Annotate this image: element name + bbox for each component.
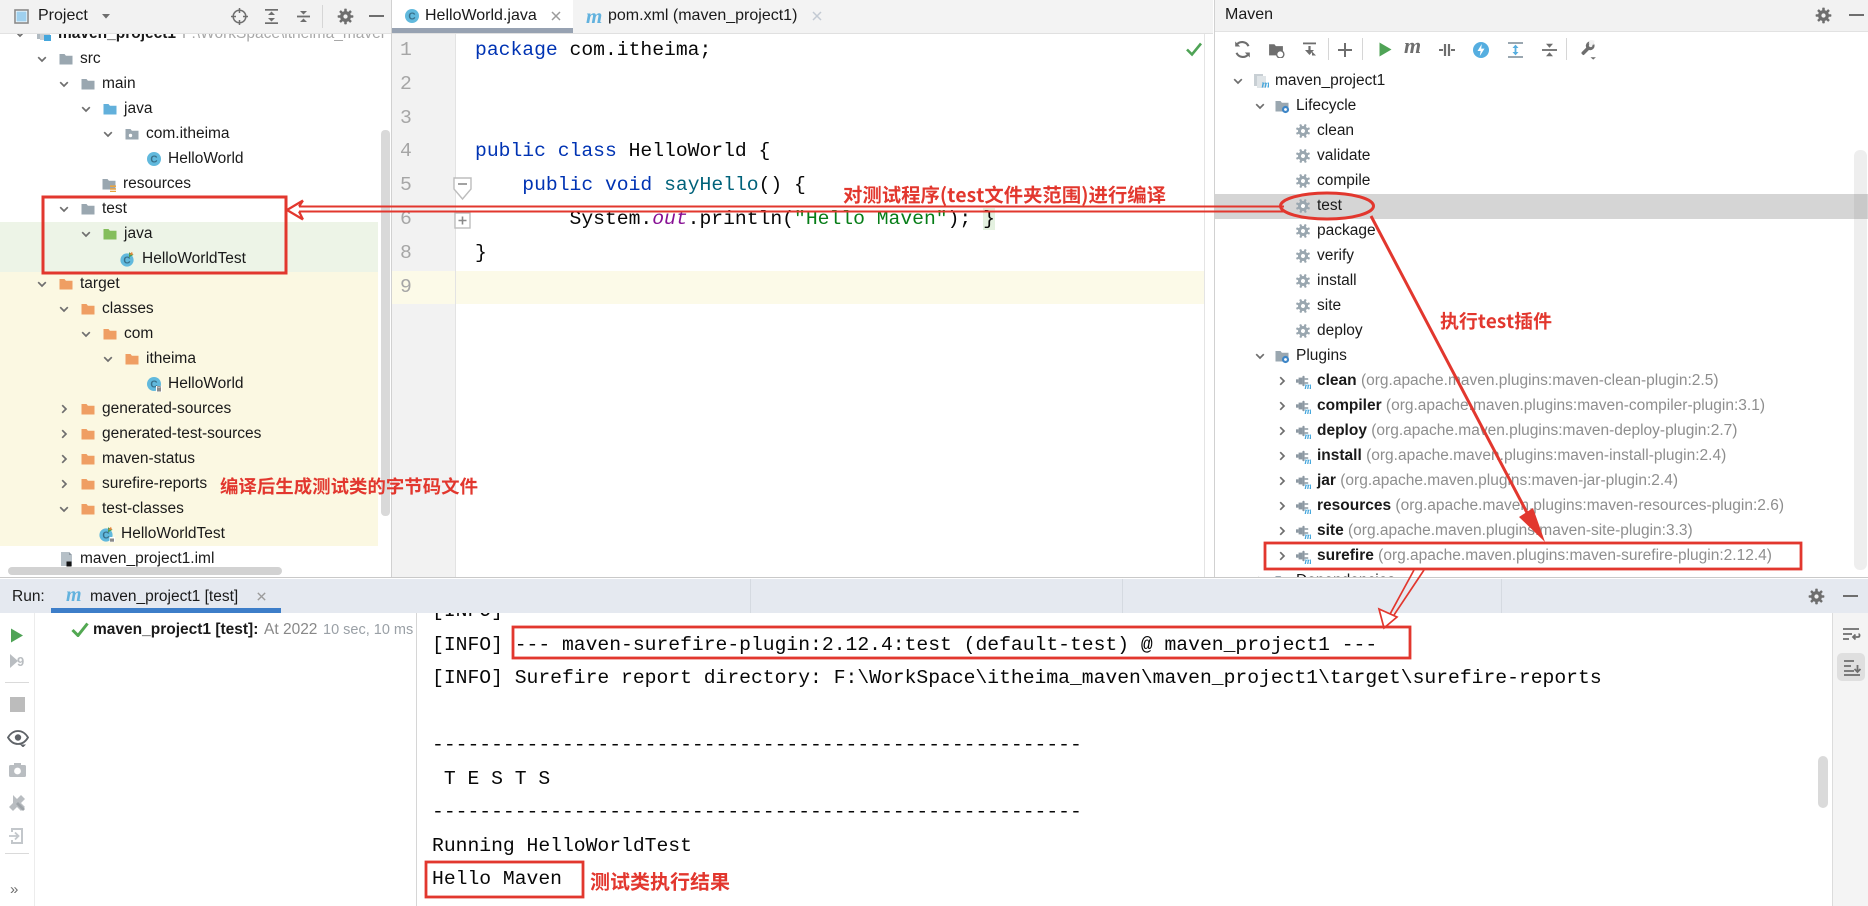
svg-text:m: m <box>1305 382 1311 389</box>
svg-text:m: m <box>1305 507 1311 514</box>
svg-text:m: m <box>1305 482 1311 489</box>
svg-text:m: m <box>1262 79 1270 90</box>
svg-text:m: m <box>1305 532 1311 539</box>
svg-text:m: m <box>1305 557 1311 564</box>
svg-text:m: m <box>1305 432 1311 439</box>
svg-text:C: C <box>123 256 130 267</box>
svg-text:9: 9 <box>17 654 24 669</box>
svg-text:m: m <box>1305 407 1311 414</box>
svg-text:C: C <box>102 531 109 542</box>
svg-text:m: m <box>1305 457 1311 464</box>
